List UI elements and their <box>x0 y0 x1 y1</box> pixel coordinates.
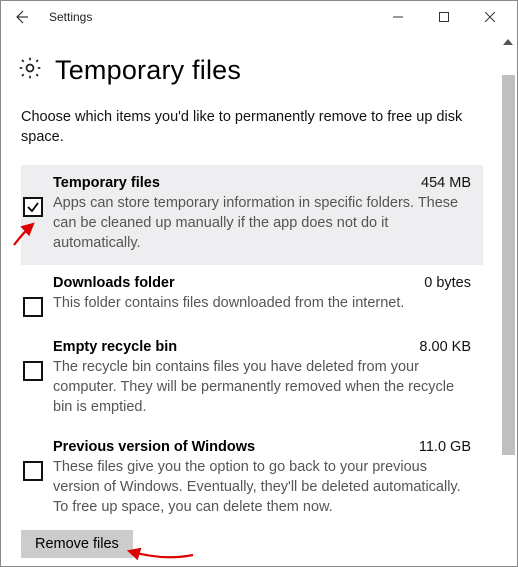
checkbox[interactable] <box>23 361 43 381</box>
page-header: Temporary files <box>17 55 497 86</box>
scrollbar[interactable] <box>501 35 515 564</box>
item-size: 8.00 KB <box>419 339 471 355</box>
item-body: Empty recycle bin 8.00 KB The recycle bin … <box>53 339 471 417</box>
page-intro: Choose which items you'd like to permane… <box>21 108 481 147</box>
minimize-button[interactable] <box>375 1 421 33</box>
item-body: Temporary files 454 MB Apps can store temp… <box>53 175 471 253</box>
remove-files-button[interactable]: Remove files <box>21 530 133 558</box>
back-button[interactable] <box>5 1 37 33</box>
checkbox[interactable] <box>23 297 43 317</box>
close-button[interactable] <box>467 1 513 33</box>
item-title: Temporary files <box>53 175 160 191</box>
item-size: 11.0 GB <box>419 439 471 455</box>
item-body: Previous version of Windows 11.0 GB These … <box>53 439 471 517</box>
items-list: Temporary files 454 MB Apps can store temp… <box>21 165 483 529</box>
item-size: 0 bytes <box>424 275 471 291</box>
window-title: Settings <box>49 10 92 24</box>
list-item[interactable]: Temporary files 454 MB Apps can store temp… <box>21 165 483 265</box>
titlebar: Settings <box>1 1 517 33</box>
item-head: Downloads folder 0 bytes <box>53 275 471 291</box>
checkbox[interactable] <box>23 461 43 481</box>
item-size: 454 MB <box>421 175 471 191</box>
list-item[interactable]: Empty recycle bin 8.00 KB The recycle bin … <box>21 329 483 429</box>
list-item[interactable]: Previous version of Windows 11.0 GB These … <box>21 429 483 529</box>
page-title: Temporary files <box>55 55 241 86</box>
item-desc: Apps can store temporary information in … <box>53 193 471 253</box>
checkbox[interactable] <box>23 197 43 217</box>
window-controls <box>375 1 513 33</box>
item-title: Previous version of Windows <box>53 439 255 455</box>
item-title: Downloads folder <box>53 275 175 291</box>
item-title: Empty recycle bin <box>53 339 177 355</box>
scroll-thumb[interactable] <box>502 75 515 455</box>
item-desc: This folder contains files downloaded fr… <box>53 293 471 313</box>
gear-icon <box>17 55 43 86</box>
scroll-up-arrow[interactable] <box>501 35 515 49</box>
item-head: Previous version of Windows 11.0 GB <box>53 439 471 455</box>
item-desc: The recycle bin contains files you have … <box>53 357 471 417</box>
list-item[interactable]: Downloads folder 0 bytes This folder conta… <box>21 265 483 329</box>
item-body: Downloads folder 0 bytes This folder conta… <box>53 275 471 317</box>
item-head: Temporary files 454 MB <box>53 175 471 191</box>
maximize-button[interactable] <box>421 1 467 33</box>
item-head: Empty recycle bin 8.00 KB <box>53 339 471 355</box>
item-desc: These files give you the option to go ba… <box>53 457 471 517</box>
